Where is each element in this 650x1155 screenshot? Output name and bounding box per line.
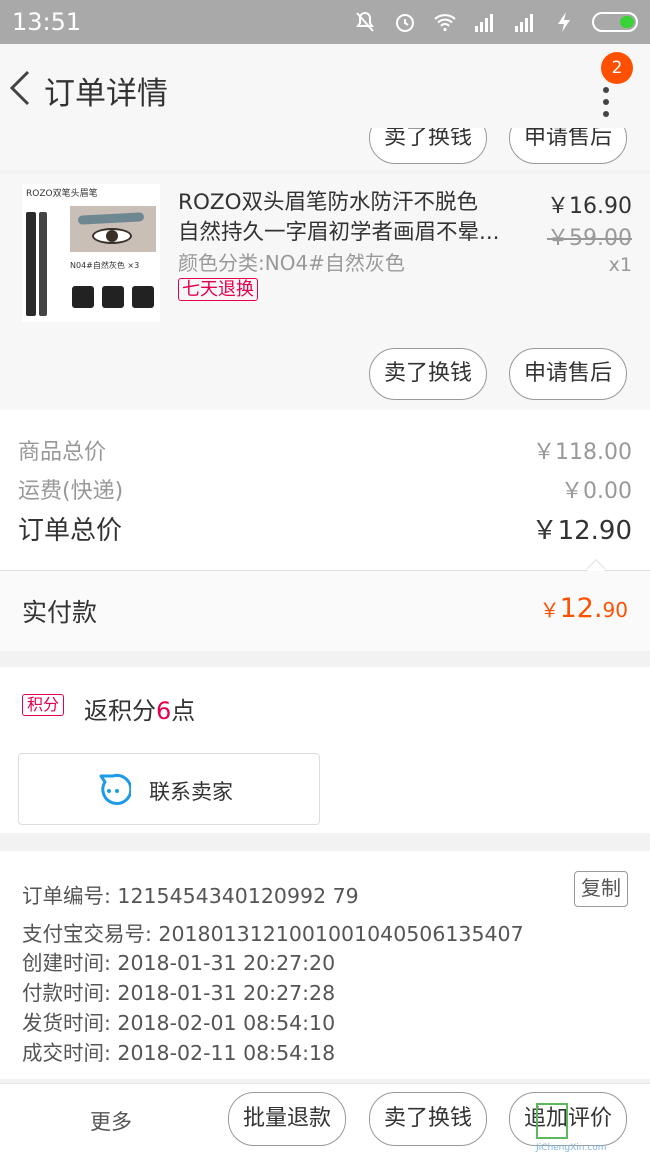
sell-button-bottom[interactable]: 卖了换钱 [369, 1092, 487, 1146]
batch-refund-button[interactable]: 批量退款 [228, 1092, 346, 1146]
product-quantity: x1 [608, 254, 632, 276]
points-text: 返积分6点 [84, 691, 195, 726]
paid-value: ￥12.90 [540, 593, 628, 624]
signal-icon-2 [515, 14, 533, 32]
signal-icon [475, 14, 493, 32]
product-name-line2: 自然持久一字眉初学者画眉不晕... [178, 220, 500, 245]
swatch-1 [72, 286, 94, 308]
status-time: 13:51 [12, 8, 82, 36]
points-tag: 积分 [22, 694, 65, 716]
points-section: 积分 返积分6点 联系卖家 [0, 667, 650, 833]
points-prefix: 返积分 [84, 697, 156, 725]
charging-icon [558, 12, 570, 32]
shipping-row: 运费(快递) ￥0.00 [18, 473, 632, 505]
contact-seller-label: 联系卖家 [149, 780, 233, 804]
notification-badge: 2 [601, 52, 633, 84]
paid-row: 实付款 ￥12.90 [0, 571, 650, 651]
product-name[interactable]: ROZO双头眉笔防水防汗不脱色 自然持久一字眉初学者画眉不晕... [178, 188, 518, 248]
paid-integer: 12. [559, 593, 603, 624]
order-total-row: 订单总价 ￥12.90 [18, 510, 632, 547]
more-button[interactable]: 更多 [90, 1106, 132, 1136]
watermark-logo [536, 1103, 568, 1139]
product-name-line1: ROZO双头眉笔防水防汗不脱色 [178, 190, 479, 215]
paid-currency: ￥ [539, 598, 560, 622]
page-title: 订单详情 [44, 76, 168, 112]
wifi-icon [434, 14, 456, 32]
thumbnail-caption: N04#自然灰色 ×3 [70, 261, 140, 270]
shipping-value: ￥0.00 [561, 479, 632, 504]
points-suffix: 点 [171, 697, 196, 725]
completed-time: 成交时间: 2018-02-11 08:54:18 [22, 1041, 336, 1065]
product-spec: 颜色分类:NO4#自然灰色 [178, 251, 405, 275]
watermark-text: JiChengXin.com [536, 1143, 607, 1153]
thumbnail-label: ROZO双笔头眉笔 [26, 189, 98, 199]
paid-time: 付款时间: 2018-01-31 20:27:28 [22, 981, 336, 1005]
product-original-price: ￥59.00 [547, 226, 632, 251]
back-arrow-icon[interactable] [8, 68, 32, 108]
status-bar: 13:51 [0, 0, 650, 44]
shipped-time: 发货时间: 2018-02-01 08:54:10 [22, 1011, 336, 1035]
swatch-2 [102, 286, 124, 308]
contact-seller-button[interactable]: 联系卖家 [18, 753, 320, 825]
sell-button-partial[interactable]: 卖了换钱 [369, 128, 487, 164]
order-total-value: ￥12.90 [531, 516, 632, 546]
product-price: ￥16.90 [547, 194, 632, 219]
mute-icon [356, 11, 374, 32]
goods-total-row: 商品总价 ￥118.00 [18, 434, 632, 466]
order-info: 订单编号: 1215454340120992 79 复制 支付宝交易号: 201… [0, 851, 650, 1079]
swatch-3 [132, 286, 154, 308]
after-sale-button-partial[interactable]: 申请售后 [509, 128, 627, 164]
previous-item-actions: 卖了换钱 申请售后 [0, 128, 650, 170]
after-sale-button[interactable]: 申请售后 [509, 348, 627, 400]
alipay-number: 支付宝交易号: 2018013121001001040506135407 [22, 922, 524, 946]
pencil-image-2 [39, 212, 47, 316]
copy-button[interactable]: 复制 [574, 871, 628, 907]
price-summary: 商品总价 ￥118.00 运费(快递) ￥0.00 订单总价 ￥12.90 [0, 410, 650, 570]
paid-decimal: 90 [602, 598, 628, 622]
site-watermark: JiChengXin.com [532, 1101, 648, 1155]
shipping-label: 运费(快递) [18, 479, 124, 504]
order-total-label: 订单总价 [18, 516, 123, 546]
battery-icon [592, 12, 638, 32]
chat-bubble-icon [99, 773, 131, 805]
eye-pupil [106, 230, 118, 242]
sell-button[interactable]: 卖了换钱 [369, 348, 487, 400]
created-time: 创建时间: 2018-01-31 20:27:20 [22, 951, 336, 975]
alarm-icon [396, 14, 414, 32]
order-number: 订单编号: 1215454340120992 79 [22, 884, 359, 908]
header: 订单详情 2 [0, 44, 650, 128]
product-item[interactable]: ROZO双笔头眉笔 N04#自然灰色 ×3 ROZO双头眉笔防水防汗不脱色 自然… [0, 174, 650, 410]
status-icons [352, 8, 638, 36]
product-thumbnail[interactable]: ROZO双笔头眉笔 N04#自然灰色 ×3 [22, 184, 160, 322]
pencil-image [26, 212, 36, 316]
goods-total-label: 商品总价 [18, 440, 107, 465]
more-vert-icon[interactable] [596, 80, 616, 124]
paid-label: 实付款 [22, 598, 98, 627]
points-value: 6 [156, 697, 172, 725]
goods-total-value: ￥118.00 [533, 440, 632, 465]
return-policy-tag: 七天退换 [178, 278, 258, 301]
